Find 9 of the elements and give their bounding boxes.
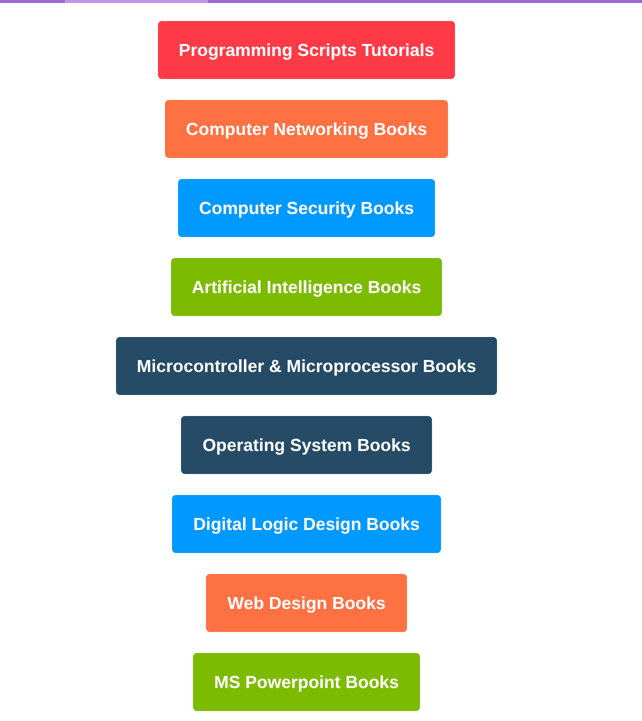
category-link-button[interactable]: Digital Logic Design Books bbox=[172, 495, 441, 553]
category-link-button[interactable]: Programming Scripts Tutorials bbox=[158, 21, 456, 79]
category-link-button[interactable]: Microcontroller & Microprocessor Books bbox=[116, 337, 498, 395]
category-link-button[interactable]: Web Design Books bbox=[206, 574, 407, 632]
category-link-button[interactable]: Artificial Intelligence Books bbox=[170, 258, 442, 316]
category-link-button[interactable]: Computer Security Books bbox=[178, 179, 435, 237]
category-link-button[interactable]: Operating System Books bbox=[181, 416, 432, 474]
category-link-button[interactable]: MS Powerpoint Books bbox=[193, 653, 420, 711]
category-link-button[interactable]: Computer Networking Books bbox=[164, 100, 448, 158]
